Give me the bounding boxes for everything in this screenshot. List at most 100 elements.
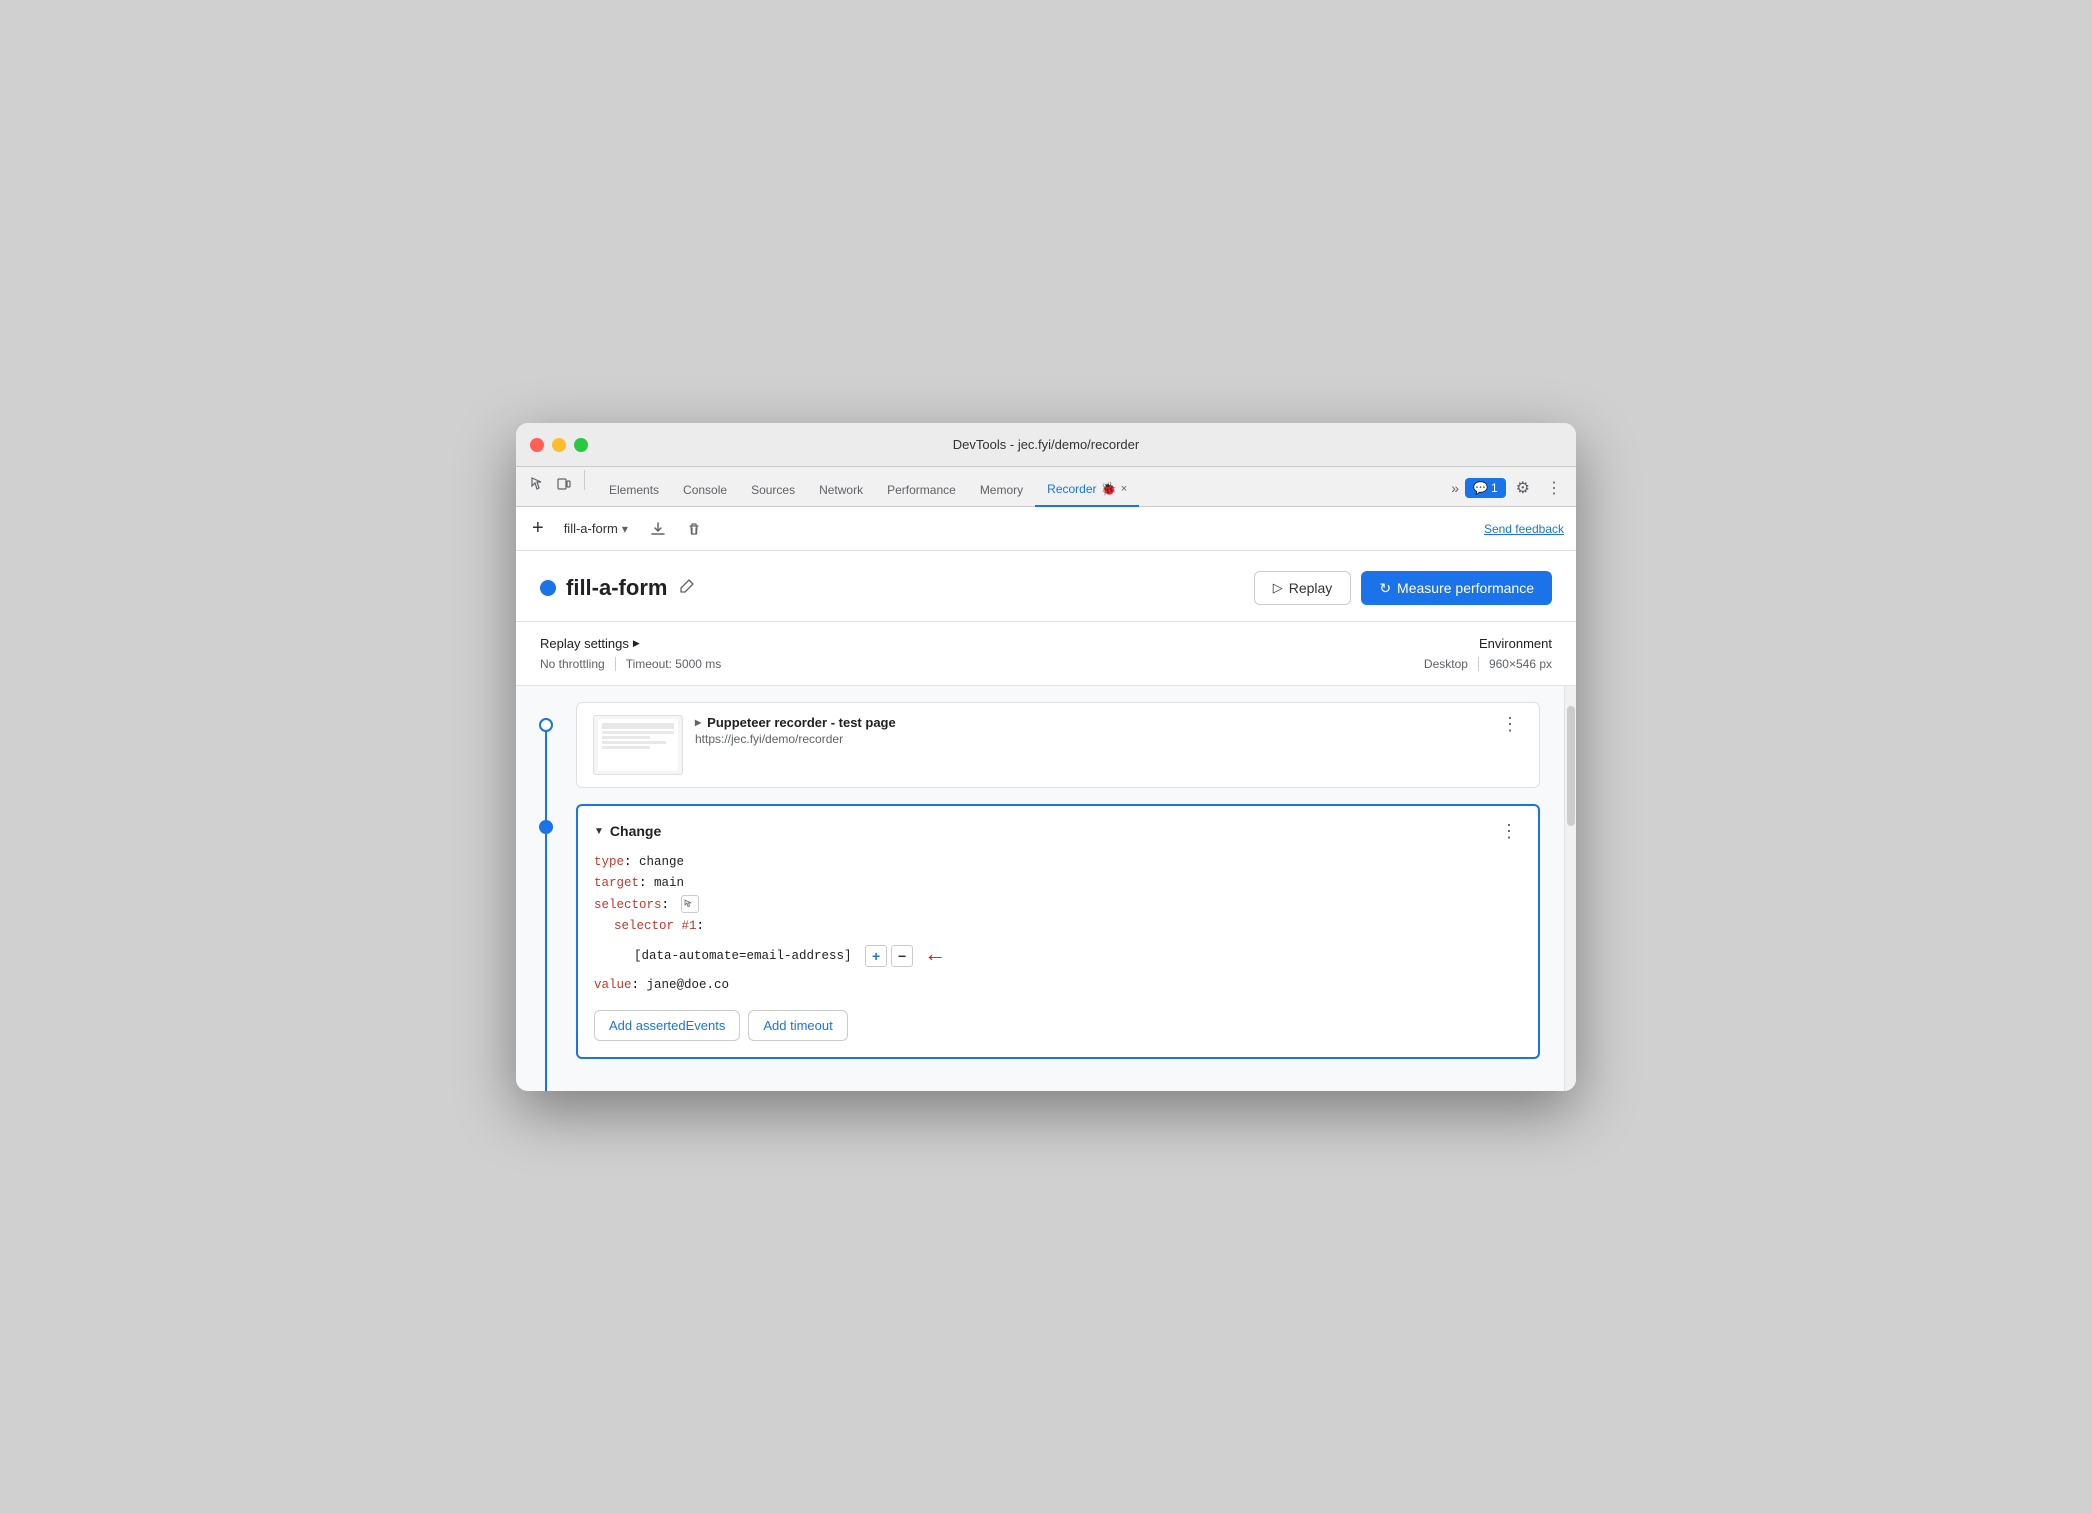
minimize-button[interactable] [552, 438, 566, 452]
add-selector-button[interactable]: + [865, 945, 887, 967]
replay-settings-heading[interactable]: Replay settings ▶ [540, 636, 721, 651]
step-expand-icon[interactable]: ▶ [695, 718, 701, 727]
desktop-label: Desktop [1424, 657, 1468, 671]
maximize-button[interactable] [574, 438, 588, 452]
tab-performance[interactable]: Performance [875, 475, 968, 507]
send-feedback-link[interactable]: Send feedback [1484, 522, 1564, 536]
step-navigate-title-text: Puppeteer recorder - test page [707, 715, 896, 730]
recorder-toolbar: + fill-a-form ▾ Send feedback [516, 507, 1576, 551]
replay-button[interactable]: ▷ Replay [1254, 571, 1352, 605]
recording-name-label: fill-a-form [564, 521, 618, 536]
tab-console[interactable]: Console [671, 475, 739, 507]
selector-type-icon[interactable] [681, 895, 699, 913]
step-change: ▼ Change ⋮ type: change target: main [516, 804, 1564, 1059]
settings-row: Replay settings ▶ No throttling Timeout:… [516, 622, 1576, 686]
step-2-dot-container [516, 804, 576, 834]
dropdown-arrow-icon: ▾ [622, 522, 628, 536]
step-1-body: ▶ Puppeteer recorder - test page https:/… [576, 702, 1564, 788]
red-arrow-indicator: ← [929, 937, 942, 974]
step-action-buttons: Add assertedEvents Add timeout [594, 1010, 1522, 1041]
step-2-more-button[interactable]: ⋮ [1496, 822, 1522, 840]
window-title: DevTools - jec.fyi/demo/recorder [953, 437, 1139, 452]
step-navigate: ▶ Puppeteer recorder - test page https:/… [516, 702, 1564, 788]
code-value-line: value: jane@doe.co [594, 975, 1522, 996]
devtools-icon-group [524, 470, 597, 506]
add-timeout-button[interactable]: Add timeout [748, 1010, 847, 1041]
window-controls [530, 438, 588, 452]
tab-elements[interactable]: Elements [597, 475, 671, 507]
add-asserted-events-button[interactable]: Add assertedEvents [594, 1010, 740, 1041]
tab-separator [584, 470, 585, 490]
tab-network[interactable]: Network [807, 475, 875, 507]
tab-recorder-close[interactable]: × [1121, 483, 1127, 495]
device-icon[interactable] [554, 474, 574, 494]
close-button[interactable] [530, 438, 544, 452]
code-target-key: target [594, 876, 639, 890]
tab-memory[interactable]: Memory [968, 475, 1035, 507]
code-target-line: target: main [594, 873, 1522, 894]
environment-group: Environment Desktop 960×546 px [1424, 636, 1552, 671]
code-selector-num-key: selector #1 [614, 919, 697, 933]
titlebar: DevTools - jec.fyi/demo/recorder [516, 423, 1576, 467]
step-change-header: ▼ Change ⋮ [594, 822, 1522, 840]
code-type-val: change [639, 855, 684, 869]
measure-label: Measure performance [1397, 580, 1534, 596]
selector-controls: + − [865, 945, 913, 967]
throttle-label: No throttling [540, 657, 605, 671]
remove-selector-button[interactable]: − [891, 945, 913, 967]
recording-header: fill-a-form ▷ Replay ↻ Measure performan… [516, 551, 1576, 622]
step-navigate-info: ▶ Puppeteer recorder - test page https:/… [695, 715, 1485, 746]
download-button[interactable] [644, 517, 672, 541]
chat-button[interactable]: 💬 1 [1465, 478, 1506, 498]
recorder-bug-icon: 🐞 [1101, 481, 1117, 497]
env-details-separator [1478, 657, 1479, 671]
steps-area: ▶ Puppeteer recorder - test page https:/… [516, 686, 1576, 1091]
step-change-title: Change [610, 823, 1496, 839]
inspect-icon[interactable] [528, 474, 548, 494]
settings-details: No throttling Timeout: 5000 ms [540, 657, 721, 671]
devtools-window: DevTools - jec.fyi/demo/recorder Element… [516, 423, 1576, 1091]
steps-list: ▶ Puppeteer recorder - test page https:/… [516, 686, 1564, 1091]
measure-performance-button[interactable]: ↻ Measure performance [1361, 571, 1552, 605]
code-value-key: value [594, 978, 632, 992]
scrollbar-thumb[interactable] [1567, 706, 1575, 826]
code-selectors-line: selectors: [594, 895, 1522, 916]
recording-title: fill-a-form [566, 575, 667, 601]
timeout-label: Timeout: 5000 ms [626, 657, 722, 671]
recording-title-group: fill-a-form [540, 575, 697, 601]
replay-label: Replay [1289, 580, 1333, 596]
code-type-key: type [594, 855, 624, 869]
devtools-right-controls: » 💬 1 ⚙ ⋮ [1449, 476, 1568, 506]
code-value-val: jane@doe.co [647, 978, 730, 992]
replay-settings-label: Replay settings [540, 636, 629, 651]
play-icon: ▷ [1273, 580, 1283, 596]
recording-status-dot [540, 580, 556, 596]
step-2-dot [539, 820, 553, 834]
step-change-expand-icon[interactable]: ▼ [594, 826, 604, 837]
chat-icon: 💬 [1473, 481, 1488, 495]
scrollbar[interactable] [1564, 686, 1576, 1091]
step-1-more-button[interactable]: ⋮ [1497, 715, 1523, 733]
settings-button[interactable]: ⚙ [1510, 476, 1536, 500]
code-selector-num-line: selector #1: [594, 916, 1522, 937]
tab-sources[interactable]: Sources [739, 475, 807, 507]
change-code-block: type: change target: main selectors: [594, 852, 1522, 996]
code-selector-val-line: [data-automate=email-address] + − ← [594, 937, 1522, 974]
more-menu-button[interactable]: ⋮ [1540, 476, 1568, 500]
measure-icon: ↻ [1379, 580, 1391, 597]
edit-recording-name-button[interactable] [677, 576, 697, 601]
more-tabs-button[interactable]: » [1449, 478, 1461, 498]
code-selector-val: [data-automate=email-address] [634, 949, 852, 963]
environment-label: Environment [1479, 636, 1552, 651]
delete-button[interactable] [680, 517, 708, 541]
tab-recorder[interactable]: Recorder 🐞 × [1035, 473, 1139, 507]
code-target-val: main [654, 876, 684, 890]
recorder-action-buttons: ▷ Replay ↻ Measure performance [1254, 571, 1552, 605]
chat-count: 1 [1491, 481, 1498, 495]
dimensions-label: 960×546 px [1489, 657, 1552, 671]
step-navigate-card: ▶ Puppeteer recorder - test page https:/… [576, 702, 1540, 788]
recording-selector[interactable]: fill-a-form ▾ [556, 517, 636, 540]
add-recording-button[interactable]: + [528, 517, 548, 540]
step-2-body: ▼ Change ⋮ type: change target: main [576, 804, 1564, 1059]
replay-settings-group: Replay settings ▶ No throttling Timeout:… [540, 636, 721, 671]
